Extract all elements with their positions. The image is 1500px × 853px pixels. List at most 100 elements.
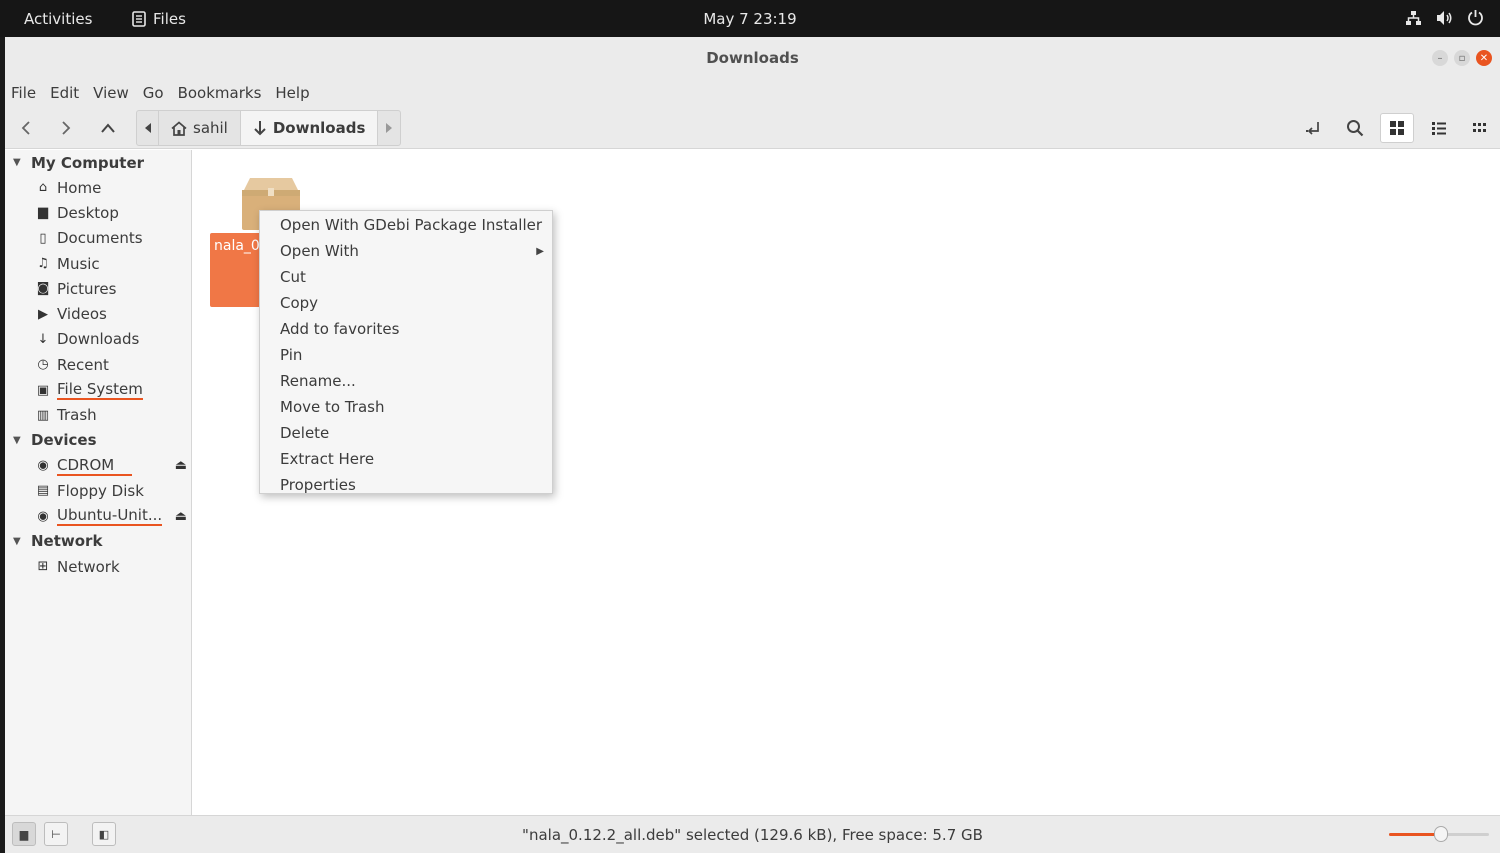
- menu-item-add-to-favorites[interactable]: Add to favorites: [260, 316, 552, 342]
- parent-folder-button[interactable]: [91, 113, 125, 143]
- network-icon: ⊞: [37, 559, 49, 574]
- zoom-slider-handle[interactable]: [1434, 826, 1448, 842]
- menu-item-extract-here[interactable]: Extract Here: [260, 446, 552, 472]
- breadcrumb-home-label: sahil: [193, 119, 228, 137]
- grid-icon: [1390, 121, 1404, 135]
- location-entry-icon: [1306, 122, 1319, 135]
- sidebar-item-trash[interactable]: ▥ Trash: [5, 403, 191, 428]
- triangle-right-icon: [386, 123, 393, 133]
- sidebar-item-music[interactable]: ♫ Music: [5, 251, 191, 276]
- chevron-up-icon: [101, 123, 115, 133]
- sidebar-item-ubuntu-unit[interactable]: ◉ Ubuntu-Unit... ⏏: [5, 504, 191, 529]
- sidebar-section-network[interactable]: ▼ Network: [5, 529, 191, 554]
- top-bar: Activities Files May 7 23:19: [0, 0, 1500, 37]
- triangle-down-icon: ▼: [13, 434, 21, 446]
- sidebar-section-devices[interactable]: ▼ Devices: [5, 428, 191, 453]
- trash-icon: ▥: [36, 407, 50, 423]
- menu-edit[interactable]: Edit: [50, 79, 86, 107]
- menu-view[interactable]: View: [93, 79, 136, 107]
- sidebar-section-my-computer[interactable]: ▼ My Computer: [5, 150, 191, 175]
- zoom-slider[interactable]: [1389, 826, 1489, 842]
- clock-icon: ◷: [37, 357, 49, 373]
- context-menu: Open With GDebi Package Installer Open W…: [259, 210, 553, 494]
- status-text: "nala_0.12.2_all.deb" selected (129.6 kB…: [522, 826, 983, 844]
- menu-item-open-with[interactable]: Open With ▶: [260, 238, 552, 264]
- menu-bookmarks[interactable]: Bookmarks: [178, 79, 269, 107]
- menu-go[interactable]: Go: [143, 79, 171, 107]
- close-button[interactable]: ✕: [1476, 50, 1492, 66]
- folder-icon: ▆: [38, 205, 48, 221]
- floppy-icon: ▤: [36, 483, 50, 499]
- breadcrumb-home[interactable]: sahil: [159, 111, 241, 145]
- toggle-location-button[interactable]: [1297, 113, 1331, 143]
- menu-item-cut[interactable]: Cut: [260, 264, 552, 290]
- power-icon[interactable]: [1467, 9, 1484, 26]
- sidebar-item-cdrom[interactable]: ◉ CDROM ⏏: [5, 453, 191, 478]
- music-icon: ♫: [37, 256, 49, 272]
- eject-icon[interactable]: ⏏: [175, 458, 187, 473]
- menu-item-copy[interactable]: Copy: [260, 290, 552, 316]
- status-bar: ▆ ⊢ ◧ "nala_0.12.2_all.deb" selected (12…: [5, 815, 1500, 853]
- document-icon: ▯: [39, 230, 47, 246]
- icon-view-button[interactable]: [1380, 113, 1414, 143]
- sidebar-item-file-system[interactable]: ▣ File System: [5, 377, 191, 402]
- sidebar-item-desktop[interactable]: ▆ Desktop: [5, 200, 191, 225]
- submenu-arrow-icon: ▶: [536, 245, 544, 257]
- eject-icon[interactable]: ⏏: [175, 509, 187, 524]
- drive-icon: ▣: [36, 382, 50, 398]
- forward-button[interactable]: [49, 113, 83, 143]
- back-button[interactable]: [9, 113, 43, 143]
- breadcrumb: sahil Downloads: [136, 110, 402, 146]
- sidebar-item-home[interactable]: ⌂ Home: [5, 175, 191, 200]
- sidebar-item-recent[interactable]: ◷ Recent: [5, 352, 191, 377]
- file-manager-window: Downloads – ▫ ✕ File Edit View Go Bookma…: [5, 37, 1500, 853]
- home-icon: ⌂: [38, 180, 48, 196]
- download-icon: [254, 121, 266, 136]
- menu-item-rename[interactable]: Rename...: [260, 368, 552, 394]
- disc-icon: ◉: [37, 508, 49, 524]
- sidebar-item-network[interactable]: ⊞ Network: [5, 554, 191, 579]
- compact-view-button[interactable]: [1463, 113, 1497, 143]
- disc-icon: ◉: [37, 458, 49, 474]
- sidebar-item-floppy[interactable]: ▤ Floppy Disk: [5, 478, 191, 503]
- list-view-button[interactable]: [1422, 113, 1456, 143]
- menu-file[interactable]: File: [11, 79, 43, 107]
- download-icon: ↓: [37, 331, 49, 347]
- breadcrumb-current-label: Downloads: [272, 119, 366, 137]
- home-icon: [171, 120, 187, 136]
- camera-icon: ◙: [36, 281, 50, 297]
- video-icon: ▶: [38, 306, 48, 322]
- triangle-left-icon: [144, 123, 151, 133]
- minimize-button[interactable]: –: [1432, 50, 1448, 66]
- compact-grid-icon: [1473, 123, 1486, 132]
- search-icon: [1347, 120, 1364, 137]
- list-icon: [1432, 122, 1446, 135]
- breadcrumb-left-button[interactable]: [137, 111, 159, 145]
- chevron-left-icon: [21, 121, 30, 135]
- sidebar-item-downloads[interactable]: ↓ Downloads: [5, 327, 191, 352]
- sidebar-item-videos[interactable]: ▶ Videos: [5, 301, 191, 326]
- menu-help[interactable]: Help: [275, 79, 316, 107]
- menu-item-open-with-gdebi[interactable]: Open With GDebi Package Installer: [260, 212, 552, 238]
- breadcrumb-downloads[interactable]: Downloads: [240, 111, 379, 145]
- sidebar-item-pictures[interactable]: ◙ Pictures: [5, 276, 191, 301]
- toolbar: sahil Downloads: [5, 107, 1500, 149]
- clock[interactable]: May 7 23:19: [0, 10, 1500, 28]
- menu-item-pin[interactable]: Pin: [260, 342, 552, 368]
- menu-item-properties[interactable]: Properties: [260, 472, 552, 498]
- search-button[interactable]: [1338, 113, 1372, 143]
- title-bar[interactable]: Downloads – ▫ ✕: [5, 37, 1500, 79]
- network-status-icon[interactable]: [1405, 10, 1422, 26]
- menu-item-delete[interactable]: Delete: [260, 420, 552, 446]
- system-tray[interactable]: [1405, 9, 1484, 26]
- menu-bar: File Edit View Go Bookmarks Help: [5, 79, 1500, 107]
- chevron-right-icon: [62, 121, 71, 135]
- triangle-down-icon: ▼: [13, 535, 21, 547]
- triangle-down-icon: ▼: [13, 157, 21, 168]
- menu-item-move-to-trash[interactable]: Move to Trash: [260, 394, 552, 420]
- maximize-button[interactable]: ▫: [1454, 50, 1470, 66]
- sidebar: ▼ My Computer ⌂ Home ▆ Desktop ▯ Documents ♫…: [5, 150, 192, 815]
- volume-icon[interactable]: [1436, 10, 1453, 26]
- sidebar-item-documents[interactable]: ▯ Documents: [5, 226, 191, 251]
- breadcrumb-right-button[interactable]: [378, 111, 400, 145]
